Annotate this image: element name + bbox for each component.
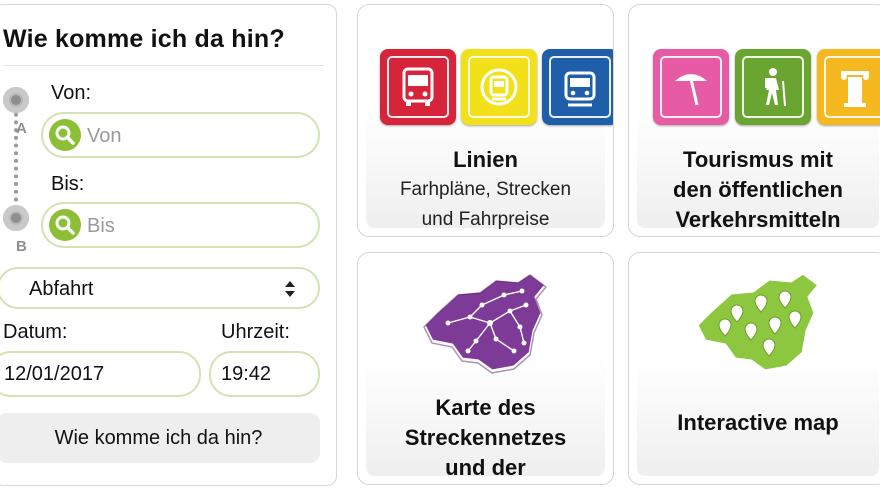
from-label: Von: [51,82,92,104]
date-input[interactable]: 12/01/2017 [0,351,201,397]
title-divider [3,65,324,66]
to-input[interactable] [87,214,307,238]
search-icon[interactable] [49,119,81,151]
to-label: Bis: [51,173,85,195]
tile-lines[interactable]: Linien Farhpläne, Strecken und Fahrpreis… [357,4,614,237]
tile-lines-title: Linien [453,147,518,172]
to-field[interactable] [41,202,320,248]
tile-lines-body: Linien Farhpläne, Strecken und Fahrpreis… [366,13,613,230]
tile-interactive-map[interactable]: Interactive map [628,252,880,485]
tile-interactive-map-title: Interactive map [677,410,839,435]
select-value: Abfahrt [29,278,94,300]
network-map-icon [422,271,549,374]
origin-pin-icon [3,87,29,113]
tile-network-map-body: Karte des Streckennetzes und der [366,261,605,480]
island-map-pins-icon [695,271,822,373]
destination-pin-icon [3,205,29,231]
tile-tourism[interactable]: Tourismus mit den öffentlichen Verkehrsm… [628,4,880,237]
tile-interactive-map-body: Interactive map [637,261,879,476]
tile-network-map[interactable]: Karte des Streckennetzes und der [357,252,614,485]
tile-network-map-title-1: Karte des [435,395,536,420]
tile-tourism-title-1: Tourismus mit [683,147,833,172]
select-arrows-icon [285,281,295,297]
time-input[interactable]: 19:42 [209,351,320,397]
column-icon [817,49,880,125]
hiker-icon [735,49,811,125]
bus-icon [380,49,456,125]
origin-marker-label: A [16,120,27,137]
train-icon [542,49,613,125]
destination-marker-label: B [16,238,27,255]
search-icon[interactable] [49,209,81,241]
metro-icon [461,49,537,125]
from-field[interactable] [41,112,320,158]
tile-tourism-title-2: den öffentlichen [673,177,843,202]
tile-tourism-body: Tourismus mit den öffentlichen Verkehrsm… [637,13,880,232]
date-label: Datum: [3,321,68,343]
departure-arrival-select[interactable]: Abfahrt [0,267,320,309]
tile-lines-subtitle-1: Farhpläne, Strecken [399,179,572,200]
time-label: Uhrzeit: [221,321,290,343]
planner-title: Wie komme ich da hin? [3,25,285,53]
tile-tourism-title-3: Verkehrsmitteln [675,207,841,232]
submit-route-button[interactable]: Wie komme ich da hin? [0,413,320,463]
from-input[interactable] [87,124,307,148]
tile-lines-subtitle-2: und Fahrpreise [421,209,550,230]
tile-network-map-title-2: Streckennetzes [404,425,567,450]
route-planner-panel: Wie komme ich da hin? A B Von: Bis: Abfa… [0,4,337,486]
tile-network-map-title-3: und der [445,455,526,480]
beach-umbrella-icon [653,49,729,125]
